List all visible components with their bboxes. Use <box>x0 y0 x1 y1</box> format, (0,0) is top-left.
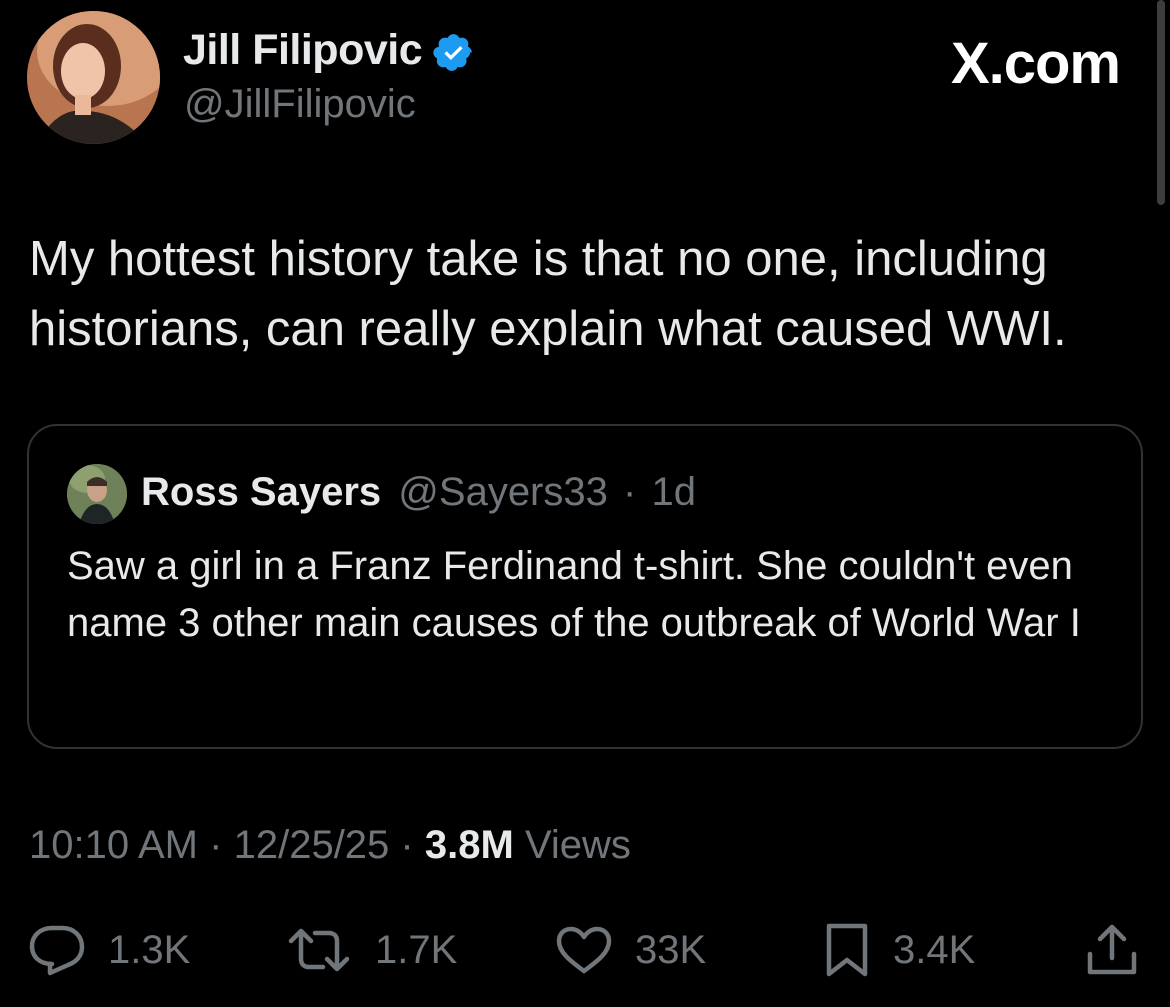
share-icon <box>1087 924 1137 975</box>
repost-icon <box>288 928 350 972</box>
like-count: 33K <box>635 927 707 972</box>
meta-separator: · <box>209 823 223 867</box>
verified-badge-icon <box>433 34 472 71</box>
reply-button[interactable]: 1.3K <box>28 915 190 985</box>
quoted-header: Ross Sayers @Sayers33 · 1d <box>141 470 696 515</box>
bookmark-icon <box>826 923 868 977</box>
tweet-view: Jill Filipovic @JillFilipovic X.com My h… <box>0 0 1170 1007</box>
quoted-separator: · <box>623 470 637 514</box>
like-button[interactable]: 33K <box>555 915 706 985</box>
quoted-age: 1d <box>651 470 696 514</box>
share-button[interactable] <box>1084 915 1162 985</box>
action-bar: 1.3K 1.7K 33K 3.4K <box>0 915 1170 985</box>
repost-button[interactable]: 1.7K <box>285 915 457 985</box>
quoted-display-name[interactable]: Ross Sayers <box>141 470 381 514</box>
author-display-name[interactable]: Jill Filipovic <box>183 26 423 75</box>
site-label: X.com <box>950 31 1121 96</box>
tweet-meta: 10:10 AM · 12/25/25 · 3.8M Views <box>29 823 631 868</box>
quoted-handle[interactable]: @Sayers33 <box>398 470 608 514</box>
author-avatar[interactable] <box>27 11 160 144</box>
bookmark-button[interactable]: 3.4K <box>823 915 975 985</box>
quoted-text: Saw a girl in a Franz Ferdinand t-shirt.… <box>67 544 1081 645</box>
views-label: Views <box>524 823 631 867</box>
author-avatar-image <box>27 11 160 144</box>
meta-separator: · <box>400 823 414 867</box>
scrollbar[interactable] <box>1157 0 1165 205</box>
tweet-date[interactable]: 12/25/25 <box>234 823 390 867</box>
quoted-avatar-image <box>67 464 127 524</box>
heart-icon <box>556 926 612 974</box>
tweet-text: My hottest history take is that no one, … <box>29 232 1067 356</box>
bookmark-count: 3.4K <box>893 927 976 972</box>
tweet-time[interactable]: 10:10 AM <box>29 823 198 867</box>
reply-count: 1.3K <box>108 927 191 972</box>
reply-icon <box>29 925 85 976</box>
views-count: 3.8M <box>424 823 514 867</box>
author-handle[interactable]: @JillFilipovic <box>184 82 416 127</box>
repost-count: 1.7K <box>375 927 458 972</box>
quoted-tweet[interactable]: Ross Sayers @Sayers33 · 1d Saw a girl in… <box>27 424 1143 749</box>
quoted-author-avatar[interactable] <box>67 464 127 524</box>
